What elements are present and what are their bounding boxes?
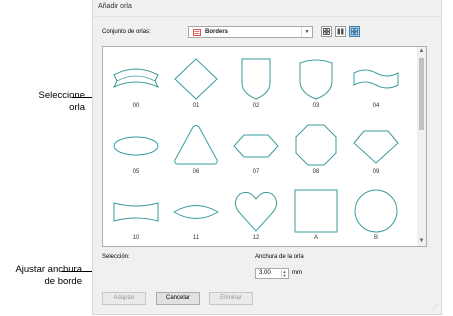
border-item-11[interactable]: 11 xyxy=(166,183,226,249)
border-caption: B xyxy=(373,235,378,241)
border-set-label: Conjunto de orlas: xyxy=(102,29,151,35)
border-width-label: Anchura de la orla xyxy=(255,254,304,260)
callout-adjust-width: Ajustar anchura de borde xyxy=(4,264,82,288)
view-large-icons-button[interactable] xyxy=(321,26,332,37)
add-border-dialog: Añadir orla Conjunto de orlas: Borders ▼ xyxy=(92,0,442,315)
square-icon xyxy=(294,189,338,233)
border-caption: 06 xyxy=(192,169,200,175)
border-item-b[interactable]: B xyxy=(346,183,406,249)
concave-rect-icon xyxy=(113,202,159,222)
border-item-06[interactable]: 06 xyxy=(166,117,226,183)
callout-select-border: Seleccione orla xyxy=(30,90,85,114)
border-caption: A xyxy=(313,235,318,241)
shield-icon xyxy=(241,58,271,100)
diamond-icon xyxy=(174,58,218,100)
spinner-icon[interactable]: ▲ ▼ xyxy=(281,270,287,277)
border-set-value: Borders xyxy=(205,29,229,35)
border-item-10[interactable]: 10 xyxy=(106,183,166,249)
border-item-09[interactable]: 09 xyxy=(346,117,406,183)
border-item-a[interactable]: A xyxy=(286,183,346,249)
border-item-07[interactable]: 07 xyxy=(226,117,286,183)
callout-adjust-width-line1: Ajustar anchura xyxy=(15,264,82,275)
hexagon-icon xyxy=(233,134,279,158)
border-caption: 12 xyxy=(252,235,260,241)
callout-select-border-line1: Seleccione xyxy=(38,90,85,101)
border-set-select[interactable]: Borders ▼ xyxy=(188,26,313,38)
dialog-title: Añadir orla xyxy=(98,3,132,10)
border-caption: 02 xyxy=(252,103,260,109)
triangle-icon xyxy=(174,125,218,165)
border-width-unit: mm xyxy=(292,270,302,276)
resize-grip-icon[interactable]: ⋰ xyxy=(432,304,438,311)
cancel-button[interactable]: Cancelar xyxy=(156,292,200,305)
ellipse-icon xyxy=(113,136,159,156)
selection-label: Selección: xyxy=(102,254,130,260)
scroll-down-icon[interactable]: ▼ xyxy=(417,237,426,246)
callout-select-border-line2: orla xyxy=(69,102,85,113)
octagon-icon xyxy=(295,124,337,166)
border-set-icon xyxy=(193,29,201,36)
border-item-04[interactable]: 04 xyxy=(346,51,406,117)
view-medium-icons-button[interactable] xyxy=(335,26,346,37)
border-item-00[interactable]: 00 xyxy=(106,51,166,117)
border-caption: 09 xyxy=(372,169,380,175)
crest-icon xyxy=(299,59,333,100)
large-grid-icon xyxy=(323,28,330,35)
border-caption: 00 xyxy=(132,103,140,109)
view-small-icons-button[interactable] xyxy=(349,26,360,37)
border-caption: 01 xyxy=(192,103,200,109)
border-caption: 07 xyxy=(252,169,260,175)
border-caption: 05 xyxy=(132,169,140,175)
chevron-down-icon[interactable]: ▼ xyxy=(301,27,312,37)
gallery-scrollbar[interactable]: ▲ ▼ xyxy=(417,47,426,246)
circle-icon xyxy=(354,189,398,233)
lens-icon xyxy=(173,205,219,219)
border-caption: 10 xyxy=(132,235,140,241)
gem-icon xyxy=(353,130,399,164)
heart-icon xyxy=(234,191,278,232)
small-grid-icon xyxy=(350,27,359,36)
border-item-05[interactable]: 05 xyxy=(106,117,166,183)
border-item-02[interactable]: 02 xyxy=(226,51,286,117)
border-item-12[interactable]: 12 xyxy=(226,183,286,249)
callout-adjust-width-line2: de borde xyxy=(44,276,82,287)
wave-banner-icon xyxy=(353,69,399,89)
medium-grid-icon xyxy=(337,28,344,35)
border-gallery[interactable]: 00 01 02 03 04 05 06 07 08 09 10 11 12 A… xyxy=(102,46,427,247)
border-item-03[interactable]: 03 xyxy=(286,51,346,117)
border-width-value: 3.00 xyxy=(259,270,271,276)
border-width-input[interactable]: 3.00 ▲ ▼ xyxy=(255,268,289,279)
adapt-button[interactable]: Adaptar xyxy=(102,292,146,305)
scroll-up-icon[interactable]: ▲ xyxy=(417,47,426,56)
banner-icon xyxy=(112,68,160,89)
delete-button[interactable]: Eliminar xyxy=(209,292,253,305)
border-item-01[interactable]: 01 xyxy=(166,51,226,117)
border-caption: 04 xyxy=(372,103,380,109)
scrollbar-thumb[interactable] xyxy=(419,58,424,130)
border-item-08[interactable]: 08 xyxy=(286,117,346,183)
title-divider xyxy=(93,16,441,17)
border-caption: 08 xyxy=(312,169,320,175)
border-caption: 11 xyxy=(192,235,200,241)
border-caption: 03 xyxy=(312,103,320,109)
